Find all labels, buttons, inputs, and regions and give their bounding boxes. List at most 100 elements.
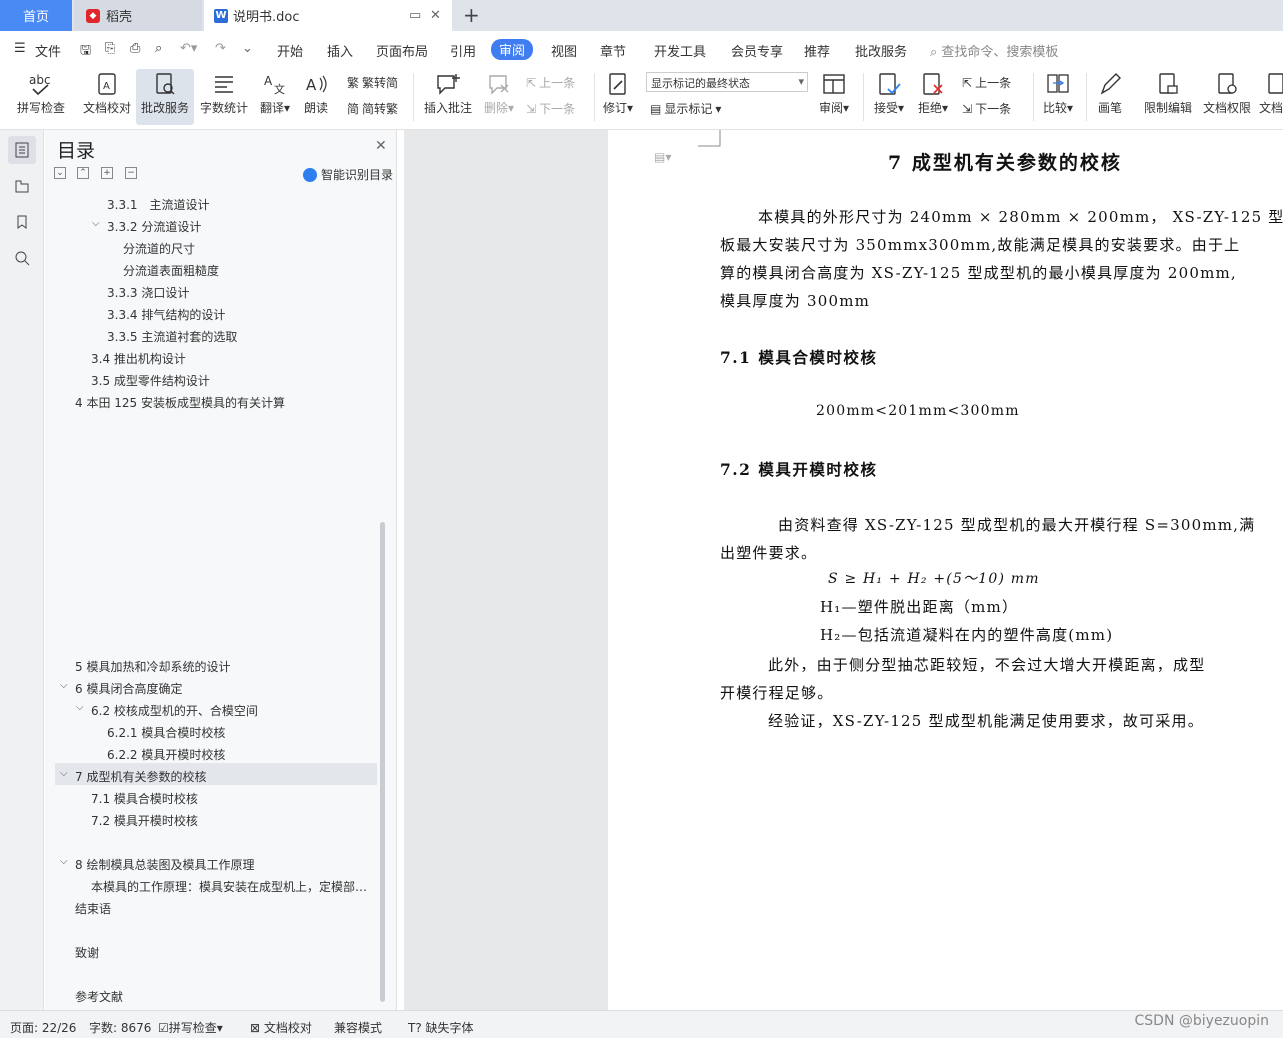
insert-comment-button[interactable]: 插入批注: [420, 69, 476, 125]
close-icon[interactable]: ✕: [375, 138, 387, 154]
toc-item[interactable]: 4 本田 125 安装板成型模具的有关计算: [75, 394, 285, 411]
toc-item[interactable]: 5 模具加热和冷却系统的设计: [75, 658, 230, 675]
bookmark-icon[interactable]: [8, 208, 36, 236]
menu-recommend[interactable]: 推荐: [804, 41, 830, 60]
track-changes-button[interactable]: 修订▾: [600, 69, 636, 125]
word-count-indicator[interactable]: 字数: 8676: [89, 1019, 151, 1036]
toc-item[interactable]: 分流道的尺寸: [123, 240, 195, 257]
toc-item[interactable]: 6.2.1 模具合模时校核: [107, 724, 225, 741]
remove-heading-icon[interactable]: −: [125, 167, 137, 179]
toc-item[interactable]: 分流道表面粗糙度: [123, 262, 219, 279]
next-comment-button[interactable]: ⇲ 下一条: [526, 100, 575, 117]
word-count-button[interactable]: 字数统计: [196, 69, 252, 125]
menu-file[interactable]: 文件: [35, 41, 61, 60]
undo-icon[interactable]: ↶▾: [180, 41, 197, 56]
doc-more-button[interactable]: 文档: [1258, 69, 1283, 125]
toc-item[interactable]: 参考文献: [75, 988, 123, 1005]
toc-item[interactable]: 6.2.2 模具开模时校核: [107, 746, 225, 763]
prev-comment-button[interactable]: ⇱ 上一条: [526, 74, 575, 91]
toc-scrollbar[interactable]: [380, 522, 385, 1002]
toc-item[interactable]: 本模具的工作原理：模具安装在成型机上，定模部…: [91, 878, 371, 895]
toc-item[interactable]: 结束语: [75, 900, 111, 917]
toc-item[interactable]: 7.2 模具开模时校核: [91, 812, 198, 829]
page-indicator[interactable]: 页面: 22/26: [10, 1019, 76, 1036]
find-icon[interactable]: [8, 244, 36, 272]
menu-review[interactable]: 审阅: [491, 39, 534, 60]
toc-item[interactable]: 3.5 成型零件结构设计: [91, 372, 210, 389]
tab-daoke[interactable]: ◆ 稻壳: [74, 0, 202, 31]
menu-reference[interactable]: 引用: [450, 41, 476, 60]
collapse-all-icon[interactable]: ⌄: [54, 167, 66, 179]
show-markup-button[interactable]: ▤ 显示标记 ▾: [650, 100, 721, 117]
menu-insert[interactable]: 插入: [327, 41, 353, 60]
status-spellcheck-label: 拼写检查: [168, 1021, 217, 1035]
trad-to-simp-button[interactable]: 繁繁转简: [347, 74, 398, 91]
status-spellcheck[interactable]: ☑拼写检查▾: [158, 1019, 223, 1036]
toc-item-active[interactable]: 7 成型机有关参数的校核: [75, 768, 206, 785]
close-tab-icon[interactable]: ✕: [430, 8, 441, 23]
toc-item[interactable]: 3.4 推出机构设计: [91, 350, 186, 367]
translate-button[interactable]: A文 翻译▾: [256, 69, 294, 125]
pin-window-icon[interactable]: ▭: [409, 8, 421, 23]
next-change-button[interactable]: ⇲ 下一条: [962, 100, 1011, 117]
chevron-down-icon[interactable]: ⌵: [60, 768, 68, 779]
menu-correction[interactable]: 批改服务: [855, 41, 907, 60]
save-icon[interactable]: 🖫: [80, 41, 91, 63]
review-service-button[interactable]: 批改服务: [136, 69, 194, 125]
tab-home[interactable]: 首页: [0, 0, 72, 31]
toc-item[interactable]: 3.3.2 分流道设计: [107, 218, 201, 235]
hamburger-icon[interactable]: ☰: [14, 41, 26, 56]
menu-member[interactable]: 会员专享: [731, 41, 783, 60]
chevron-down-icon[interactable]: ⌵: [76, 702, 84, 713]
toc-item[interactable]: 6 模具闭合高度确定: [75, 680, 182, 697]
add-heading-icon[interactable]: +: [101, 167, 113, 179]
toc-item[interactable]: 7.1 模具合模时校核: [91, 790, 198, 807]
toc-item[interactable]: 3.3.5 主流道衬套的选取: [107, 328, 237, 345]
redo-icon[interactable]: ↷: [215, 41, 226, 56]
command-search[interactable]: ⌕ 查找命令、搜索模板: [930, 41, 1058, 60]
export-pdf-icon[interactable]: ⎘: [105, 41, 115, 56]
toc-item[interactable]: 6.2 校核成型机的开、合模空间: [91, 702, 258, 719]
read-aloud-button[interactable]: A 朗读: [298, 69, 334, 125]
missing-font[interactable]: T? 缺失字体: [408, 1019, 474, 1036]
smart-toc-button[interactable]: 智能识别目录: [303, 166, 393, 183]
chevron-down-icon[interactable]: ⌵: [60, 680, 68, 691]
chevron-down-icon[interactable]: ⌵: [92, 218, 100, 229]
chevron-down-icon[interactable]: ⌵: [60, 856, 68, 867]
toc-item[interactable]: 8 绘制模具总装图及模具工作原理: [75, 856, 254, 873]
reject-button[interactable]: 拒绝▾: [914, 69, 952, 125]
restrict-edit-button[interactable]: 限制编辑: [1140, 69, 1196, 125]
spellcheck-button[interactable]: abc 拼写检查: [10, 69, 72, 125]
compare-button[interactable]: 比较▾: [1038, 69, 1078, 125]
compat-mode[interactable]: 兼容模式: [334, 1019, 382, 1036]
doc-options-icon[interactable]: ▤▾: [654, 150, 671, 164]
print-icon[interactable]: ⎙: [130, 41, 140, 56]
toc-item[interactable]: 3.3.4 排气结构的设计: [107, 306, 225, 323]
chapter-nav-icon[interactable]: [8, 172, 36, 200]
quick-access-more-icon[interactable]: ⌄: [242, 41, 253, 56]
document-page[interactable]: ▤▾ 7 成型机有关参数的校核 本模具的外形尺寸为 240mm × 280mm …: [608, 130, 1283, 1010]
toc-item[interactable]: 3.3.3 浇口设计: [107, 284, 189, 301]
menu-view[interactable]: 视图: [551, 41, 577, 60]
menu-layout[interactable]: 页面布局: [376, 41, 428, 60]
toc-panel-icon[interactable]: [8, 136, 36, 164]
simp-to-trad-button[interactable]: 简简转繁: [347, 100, 398, 117]
menu-devtools[interactable]: 开发工具: [654, 41, 706, 60]
print-preview-icon[interactable]: ⌕: [155, 41, 162, 56]
prev-change-button[interactable]: ⇱ 上一条: [962, 74, 1011, 91]
doc-permission-button[interactable]: 文档权限: [1199, 69, 1255, 125]
menu-chapter[interactable]: 章节: [600, 41, 626, 60]
markup-state-select[interactable]: 显示标记的最终状态 ▾: [646, 72, 808, 92]
menu-start[interactable]: 开始: [277, 41, 303, 60]
review-pane-button[interactable]: 审阅▾: [814, 69, 854, 125]
pen-button[interactable]: 画笔: [1092, 69, 1128, 125]
accept-button[interactable]: 接受▾: [870, 69, 908, 125]
toc-item[interactable]: 致谢: [75, 944, 99, 961]
tab-document[interactable]: W 说明书.doc ▭ ✕: [204, 0, 452, 31]
new-tab-button[interactable]: +: [463, 3, 480, 27]
doc-proof-button[interactable]: A 文档校对: [78, 69, 136, 125]
status-doc-proof[interactable]: ⊠ 文档校对: [250, 1019, 312, 1036]
expand-up-icon[interactable]: ⌃: [77, 167, 89, 179]
toc-item[interactable]: 3.3.1 主流道设计: [107, 196, 210, 213]
delete-comment-button[interactable]: 删除▾: [480, 69, 518, 125]
